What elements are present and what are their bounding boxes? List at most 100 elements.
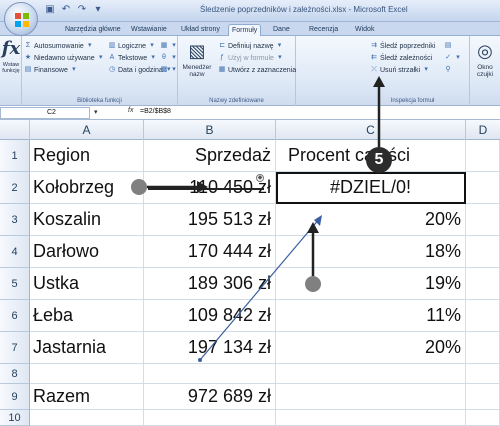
formula-input[interactable]: =B2/$B$8 xyxy=(140,108,171,115)
save-icon[interactable]: ▣ xyxy=(44,4,56,16)
cell-d3[interactable] xyxy=(466,204,500,236)
select-all-corner[interactable] xyxy=(0,120,30,140)
cell-a3[interactable]: Koszalin xyxy=(30,204,144,236)
book-icon: ▤ xyxy=(24,66,32,73)
cell-a2[interactable]: Kołobrzeg xyxy=(30,172,144,204)
cell-d8[interactable] xyxy=(466,364,500,384)
star-icon: ★ xyxy=(24,54,32,61)
chevron-down-icon: ▾ xyxy=(88,42,92,49)
row-header[interactable]: 7 xyxy=(0,332,30,364)
error-checking-button[interactable]: ✓ ▾ xyxy=(444,54,462,62)
chevron-down-icon[interactable]: ▾ xyxy=(94,108,98,116)
row-header[interactable]: 3 xyxy=(0,204,30,236)
cell-b5[interactable]: 189 306 zł xyxy=(144,268,276,300)
trace-dependents-button[interactable]: ⇇ Śledź zależności xyxy=(370,54,432,62)
name-manager-button[interactable]: ▧ Menedżer nazw xyxy=(180,40,214,78)
math-button[interactable]: θ ▾ xyxy=(160,54,178,62)
use-in-formula-button[interactable]: ƒ Użyj w formule ▾ xyxy=(218,54,284,62)
tab-review[interactable]: Recenzja xyxy=(306,24,341,36)
redo-icon[interactable]: ↷ xyxy=(76,4,88,16)
row-header[interactable]: 5 xyxy=(0,268,30,300)
formula-icon: ƒ xyxy=(220,54,224,61)
selected-cell-c2 xyxy=(276,172,466,204)
define-name-button[interactable]: ⊏ Definiuj nazwę ▾ xyxy=(218,42,284,50)
trace-precedents-button[interactable]: ⇉ Śledź poprzedniki xyxy=(370,42,435,50)
cell-b8[interactable] xyxy=(144,364,276,384)
cell-d10[interactable] xyxy=(466,410,500,426)
row-header[interactable]: 2 xyxy=(0,172,30,204)
show-formulas-button[interactable]: ▤ xyxy=(444,42,452,50)
cell-d6[interactable] xyxy=(466,300,500,332)
row-header[interactable]: 1 xyxy=(0,140,30,172)
cell-b7[interactable]: 197 134 zł xyxy=(144,332,276,364)
formula-auditing-label: Inspekcja formuł xyxy=(390,98,435,104)
name-box[interactable]: C2 xyxy=(0,107,90,119)
cell-a6[interactable]: Łeba xyxy=(30,300,144,332)
tab-home[interactable]: Narzędzia główne xyxy=(62,24,124,36)
cell-b4[interactable]: 170 444 zł xyxy=(144,236,276,268)
column-header-a[interactable]: A xyxy=(30,120,144,140)
row-header[interactable]: 4 xyxy=(0,236,30,268)
lookup-button[interactable]: ▦ ▾ xyxy=(160,42,178,50)
column-header-b[interactable]: B xyxy=(144,120,276,140)
column-header-c[interactable]: C xyxy=(276,120,466,140)
cell-b6[interactable]: 109 842 zł xyxy=(144,300,276,332)
cell-b1[interactable]: Sprzedaż xyxy=(144,140,276,172)
cell-b9[interactable]: 972 689 zł xyxy=(144,384,276,410)
fx-icon[interactable]: fx xyxy=(128,107,133,114)
cell-a10[interactable] xyxy=(30,410,144,426)
column-header-d[interactable]: D xyxy=(466,120,500,140)
cell-a9[interactable]: Razem xyxy=(30,384,144,410)
cell-c3[interactable]: 20% xyxy=(276,204,466,236)
undo-icon[interactable]: ↶ xyxy=(60,4,72,16)
cell-d7[interactable] xyxy=(466,332,500,364)
more-functions-button[interactable]: ▩ ▾ xyxy=(160,66,178,74)
trace-dependents-icon: ⇇ xyxy=(371,54,377,61)
cell-d9[interactable] xyxy=(466,384,500,410)
watch-window-button[interactable]: ◎ Okno czujki xyxy=(472,40,498,78)
office-button[interactable] xyxy=(4,2,38,36)
tab-page-layout[interactable]: Układ strony xyxy=(178,24,223,36)
financial-button[interactable]: ▤ Finansowe ▾ xyxy=(24,66,78,74)
cell-c9[interactable] xyxy=(276,384,466,410)
error-option-icon[interactable]: ◆ xyxy=(256,174,264,182)
cell-d1[interactable] xyxy=(466,140,500,172)
tab-view[interactable]: Widok xyxy=(352,24,377,36)
tracer-strike-line xyxy=(148,188,264,190)
row-header[interactable]: 6 xyxy=(0,300,30,332)
cell-a7[interactable]: Jastarnia xyxy=(30,332,144,364)
recently-used-button[interactable]: ★ Niedawno używane ▾ xyxy=(24,54,105,62)
create-from-selection-button[interactable]: ▦ Utwórz z zaznaczenia xyxy=(218,66,296,74)
cell-b10[interactable] xyxy=(144,410,276,426)
logical-button[interactable]: ▥ Logiczne ▾ xyxy=(108,42,156,50)
cell-c10[interactable] xyxy=(276,410,466,426)
cell-c7[interactable]: 20% xyxy=(276,332,466,364)
remove-arrows-button[interactable]: ⤫ Usuń strzałki ▾ xyxy=(370,66,430,74)
cell-a8[interactable] xyxy=(30,364,144,384)
tab-data[interactable]: Dane xyxy=(270,24,293,36)
autosum-button[interactable]: Σ Autosumowanie ▾ xyxy=(24,42,94,50)
cell-a5[interactable]: Ustka xyxy=(30,268,144,300)
evaluate-formula-button[interactable]: ⚲ xyxy=(444,66,452,74)
tab-formulas[interactable]: Formuły xyxy=(228,24,262,36)
text-functions-button[interactable]: A Tekstowe ▾ xyxy=(108,54,157,62)
row-header[interactable]: 9 xyxy=(0,384,30,410)
cell-a1[interactable]: Region xyxy=(30,140,144,172)
insert-function-label: Wstaw funkcję xyxy=(2,62,20,74)
cell-a4[interactable]: Darłowo xyxy=(30,236,144,268)
row-header[interactable]: 8 xyxy=(0,364,30,384)
insert-function-button[interactable]: fx Wstaw funkcję xyxy=(1,38,21,74)
customize-qat-icon[interactable]: ▾ xyxy=(92,4,104,16)
cell-c6[interactable]: 11% xyxy=(276,300,466,332)
cell-d2[interactable] xyxy=(466,172,500,204)
tab-insert[interactable]: Wstawianie xyxy=(128,24,170,36)
cell-b3[interactable]: 195 513 zł xyxy=(144,204,276,236)
cell-d4[interactable] xyxy=(466,236,500,268)
row-header[interactable]: 10 xyxy=(0,410,30,426)
cell-d5[interactable] xyxy=(466,268,500,300)
cell-c5[interactable]: 19% xyxy=(276,268,466,300)
cell-c8[interactable] xyxy=(276,364,466,384)
function-library-label: Biblioteka funkcji xyxy=(77,98,122,104)
cell-c4[interactable]: 18% xyxy=(276,236,466,268)
step-number-badge: 5 xyxy=(366,147,392,173)
